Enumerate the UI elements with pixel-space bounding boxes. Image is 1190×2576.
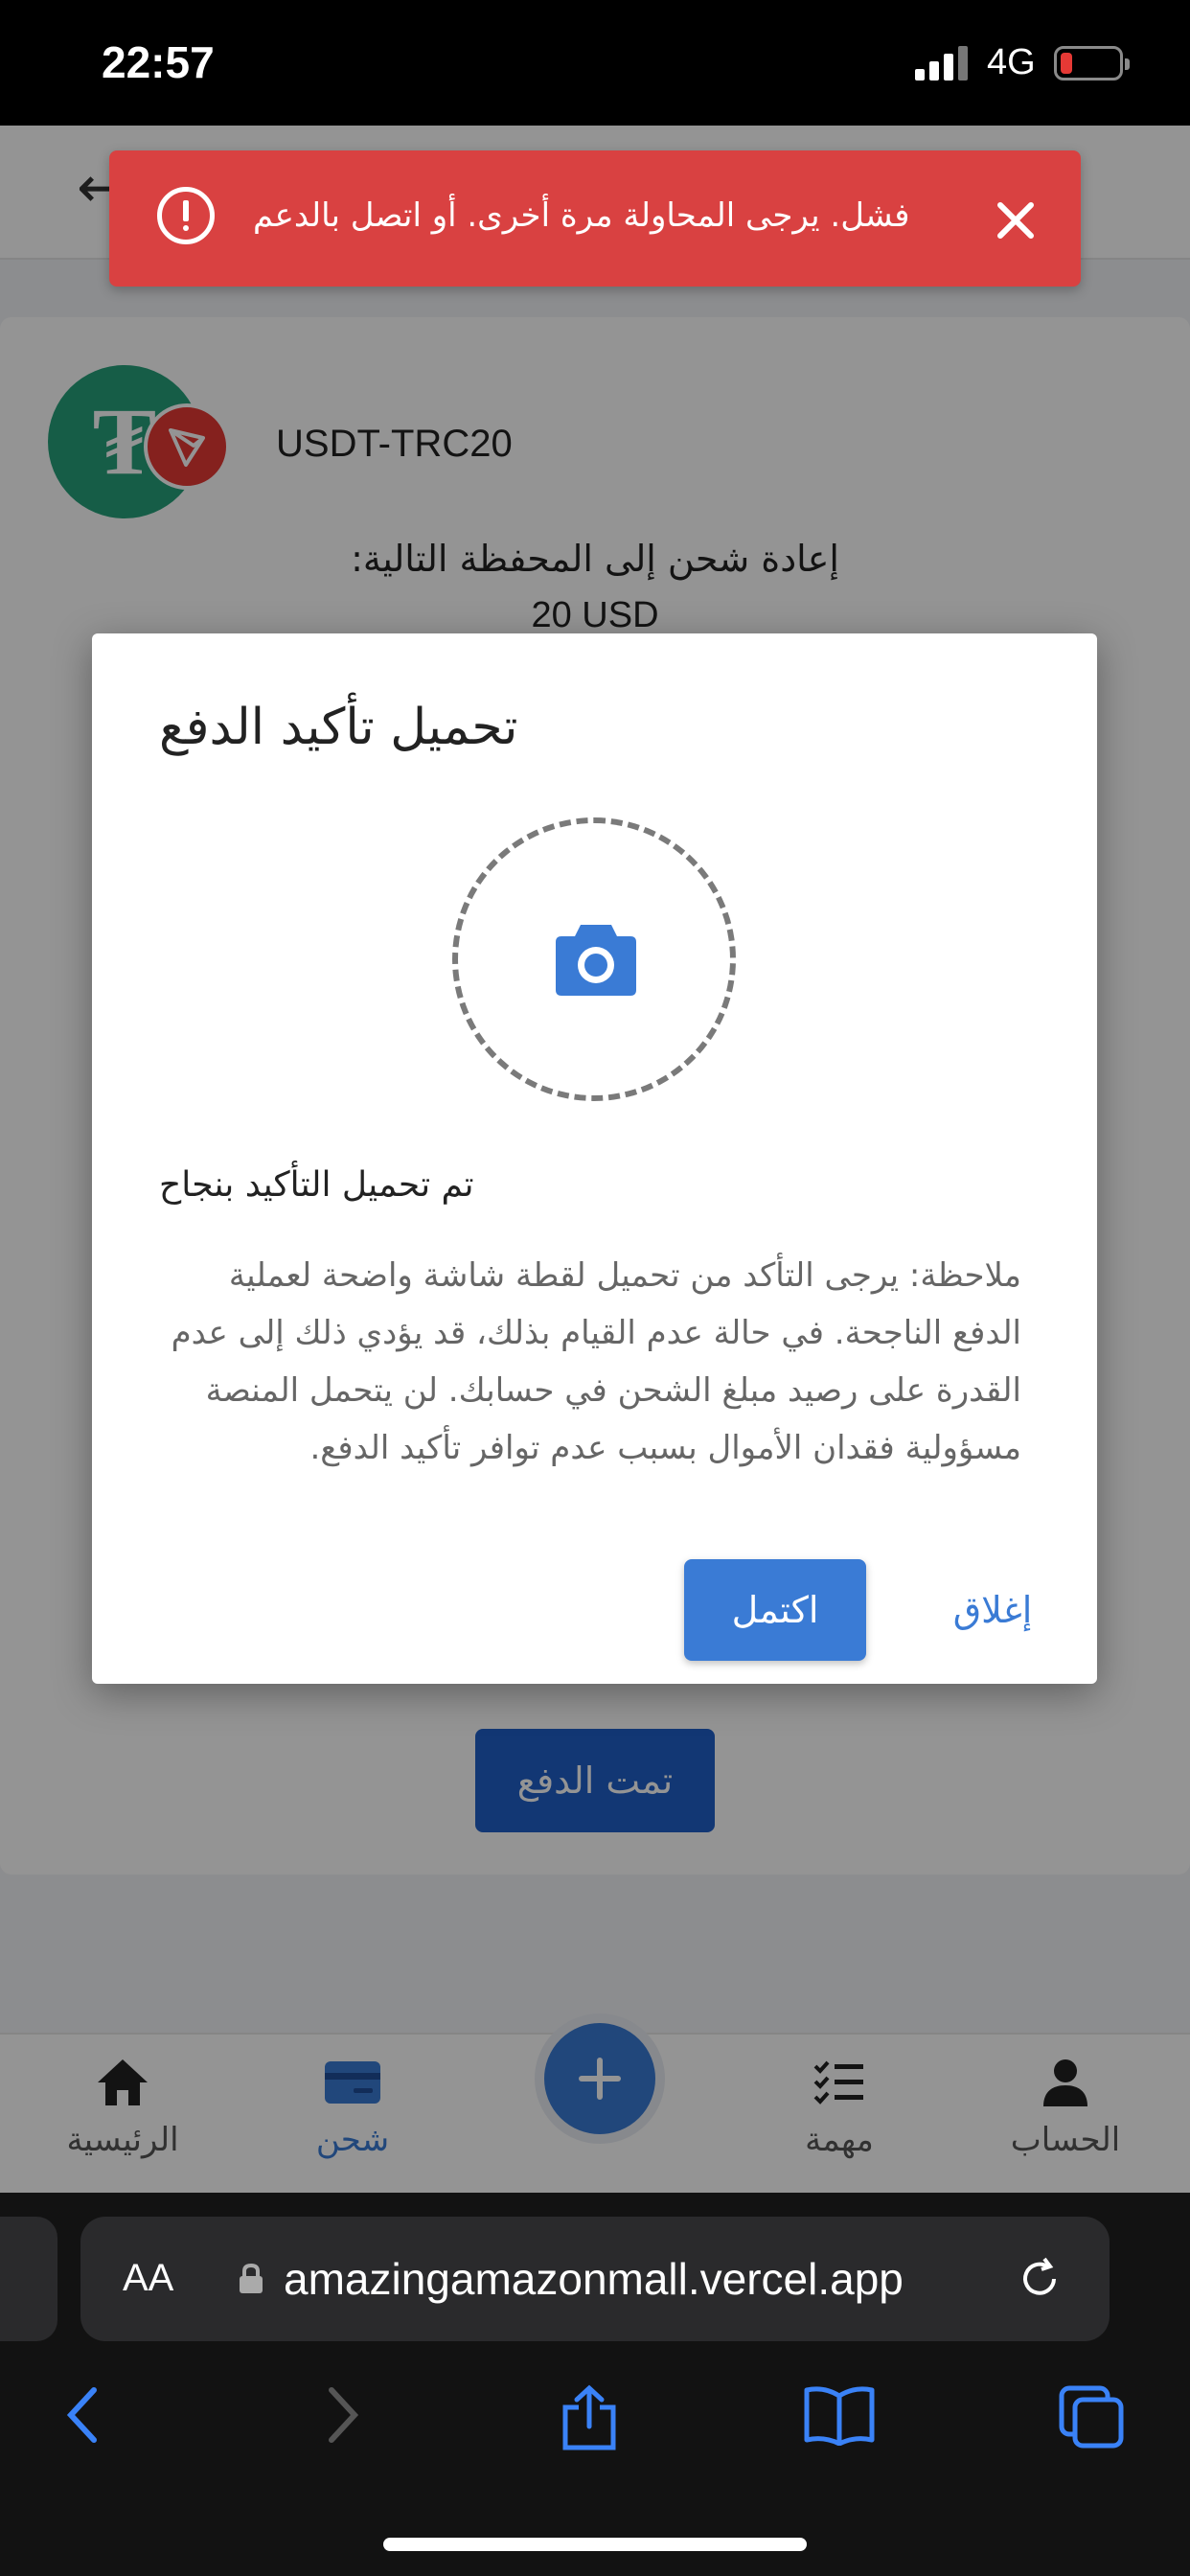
browser-toolbar: AA amazingamazonmall.vercel.app — [0, 2193, 1190, 2576]
network-label: 4G — [987, 42, 1036, 82]
toast-message: فشل. يرجى المحاولة مرة أخرى. أو اتصل بال… — [253, 196, 910, 235]
lock-icon — [240, 2263, 263, 2293]
upload-area[interactable] — [452, 817, 736, 1101]
camera-icon — [556, 925, 636, 996]
status-time: 22:57 — [102, 37, 215, 87]
tabs-icon[interactable] — [1058, 2384, 1125, 2450]
bookmarks-icon[interactable] — [803, 2384, 876, 2446]
signal-icon — [915, 46, 969, 80]
battery-icon — [1054, 46, 1130, 80]
error-icon — [157, 187, 215, 244]
dialog-title: تحميل تأكيد الدفع — [159, 699, 518, 756]
address-bar[interactable]: AA amazingamazonmall.vercel.app — [80, 2217, 1110, 2341]
upload-confirmation-dialog: تحميل تأكيد الدفع تم تحميل التأكيد بنجاح… — [92, 633, 1097, 1684]
status-bar: 22:57 4G — [0, 0, 1190, 126]
error-toast: فشل. يرجى المحاولة مرة أخرى. أو اتصل بال… — [109, 150, 1081, 287]
text-size-button[interactable]: AA — [123, 2257, 173, 2300]
url-text: amazingamazonmall.vercel.app — [284, 2254, 904, 2304]
share-icon[interactable] — [561, 2384, 617, 2451]
forward-icon[interactable] — [324, 2384, 362, 2446]
complete-button[interactable]: اكتمل — [684, 1559, 866, 1661]
upload-success-text: تم تحميل التأكيد بنجاح — [159, 1165, 474, 1205]
home-indicator — [383, 2538, 807, 2551]
back-icon[interactable] — [63, 2384, 102, 2446]
note-text: ملاحظة: يرجى التأكد من تحميل لقطة شاشة و… — [171, 1256, 1021, 1467]
close-icon[interactable] — [987, 192, 1044, 249]
previous-tab-peek[interactable] — [0, 2217, 57, 2341]
reload-icon[interactable] — [1016, 2255, 1064, 2303]
close-button[interactable]: إغلاق — [926, 1559, 1060, 1661]
